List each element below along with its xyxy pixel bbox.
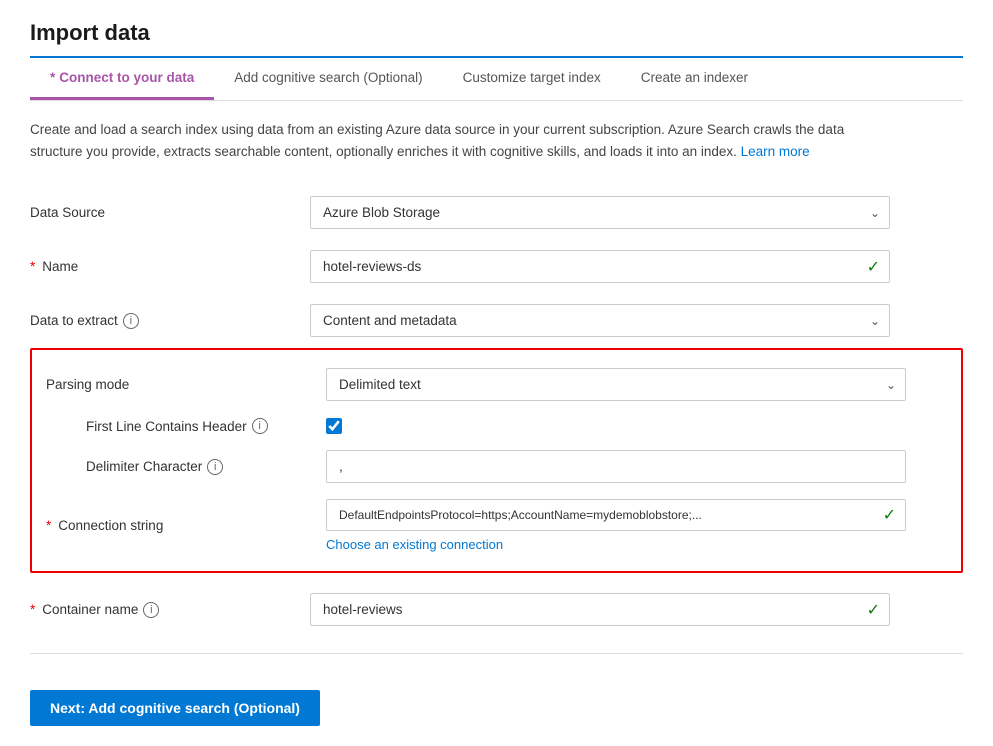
parsing-mode-label: Parsing mode (46, 377, 326, 392)
container-name-checkmark-icon: ✓ (867, 600, 880, 620)
name-required-star: * (30, 259, 35, 274)
container-name-required-star: * (30, 602, 35, 617)
container-name-field: ✓ (310, 593, 890, 626)
description-text: Create and load a search index using dat… (30, 119, 900, 162)
tab-asterisk: * (50, 70, 55, 85)
connection-string-wrapper: ✓ Choose an existing connection (326, 499, 906, 552)
first-line-header-checkbox[interactable] (326, 418, 342, 434)
data-extract-select-wrapper: Content and metadata Storage metadata Al… (310, 304, 890, 337)
container-name-input[interactable] (310, 593, 890, 626)
container-name-input-wrapper: ✓ (310, 593, 890, 626)
data-extract-info-icon[interactable]: i (123, 313, 139, 329)
connection-string-row: * Connection string ✓ Choose an existing… (46, 491, 947, 561)
first-line-header-field (326, 418, 906, 434)
data-source-select[interactable]: Azure Blob Storage Azure SQL Database Az… (310, 196, 890, 229)
data-source-label: Data Source (30, 205, 310, 220)
highlight-section: Parsing mode Default Text Delimited text… (30, 348, 963, 573)
first-line-header-info-icon[interactable]: i (252, 418, 268, 434)
next-button[interactable]: Next: Add cognitive search (Optional) (30, 690, 320, 726)
delimiter-input[interactable] (326, 450, 906, 483)
tab-connect[interactable]: *Connect to your data (30, 58, 214, 100)
tab-cognitive[interactable]: Add cognitive search (Optional) (214, 58, 442, 100)
connection-string-input-wrapper: ✓ (326, 499, 906, 531)
learn-more-link[interactable]: Learn more (741, 144, 810, 159)
name-row: * Name ✓ (30, 240, 963, 294)
choose-connection-link[interactable]: Choose an existing connection (326, 537, 906, 552)
data-extract-select[interactable]: Content and metadata Storage metadata Al… (310, 304, 890, 337)
delimiter-label: Delimiter Character i (46, 459, 326, 475)
parsing-mode-select-wrapper: Default Text Delimited text JSON JSON ar… (326, 368, 906, 401)
form: Data Source Azure Blob Storage Azure SQL… (30, 186, 963, 637)
connection-string-label: * Connection string (46, 518, 326, 533)
tab-customize[interactable]: Customize target index (443, 58, 621, 100)
data-extract-label: Data to extract i (30, 313, 310, 329)
bottom-divider (30, 653, 963, 654)
parsing-mode-field: Default Text Delimited text JSON JSON ar… (326, 368, 906, 401)
connection-string-required-star: * (46, 518, 51, 533)
connection-string-checkmark-icon: ✓ (883, 505, 896, 525)
name-label: * Name (30, 259, 310, 274)
delimiter-info-icon[interactable]: i (207, 459, 223, 475)
name-checkmark-icon: ✓ (867, 257, 880, 277)
first-line-header-label: First Line Contains Header i (46, 418, 326, 434)
delimiter-field (326, 450, 906, 483)
parsing-mode-select[interactable]: Default Text Delimited text JSON JSON ar… (326, 368, 906, 401)
data-extract-row: Data to extract i Content and metadata S… (30, 294, 963, 348)
parsing-mode-row: Parsing mode Default Text Delimited text… (46, 360, 947, 410)
connection-string-input[interactable] (326, 499, 906, 531)
data-source-select-wrapper: Azure Blob Storage Azure SQL Database Az… (310, 196, 890, 229)
data-extract-field: Content and metadata Storage metadata Al… (310, 304, 890, 337)
first-line-header-row: First Line Contains Header i (46, 410, 947, 442)
connection-string-field: ✓ Choose an existing connection (326, 499, 906, 552)
tab-bar: *Connect to your data Add cognitive sear… (30, 58, 963, 101)
name-input[interactable] (310, 250, 890, 283)
container-name-row: * Container name i ✓ (30, 583, 963, 637)
page-title: Import data (30, 20, 963, 46)
container-name-label: * Container name i (30, 602, 310, 618)
name-field: ✓ (310, 250, 890, 283)
data-source-field: Azure Blob Storage Azure SQL Database Az… (310, 196, 890, 229)
name-input-wrapper: ✓ (310, 250, 890, 283)
container-name-info-icon[interactable]: i (143, 602, 159, 618)
delimiter-row: Delimiter Character i (46, 442, 947, 491)
tab-indexer[interactable]: Create an indexer (621, 58, 768, 100)
data-source-row: Data Source Azure Blob Storage Azure SQL… (30, 186, 963, 240)
